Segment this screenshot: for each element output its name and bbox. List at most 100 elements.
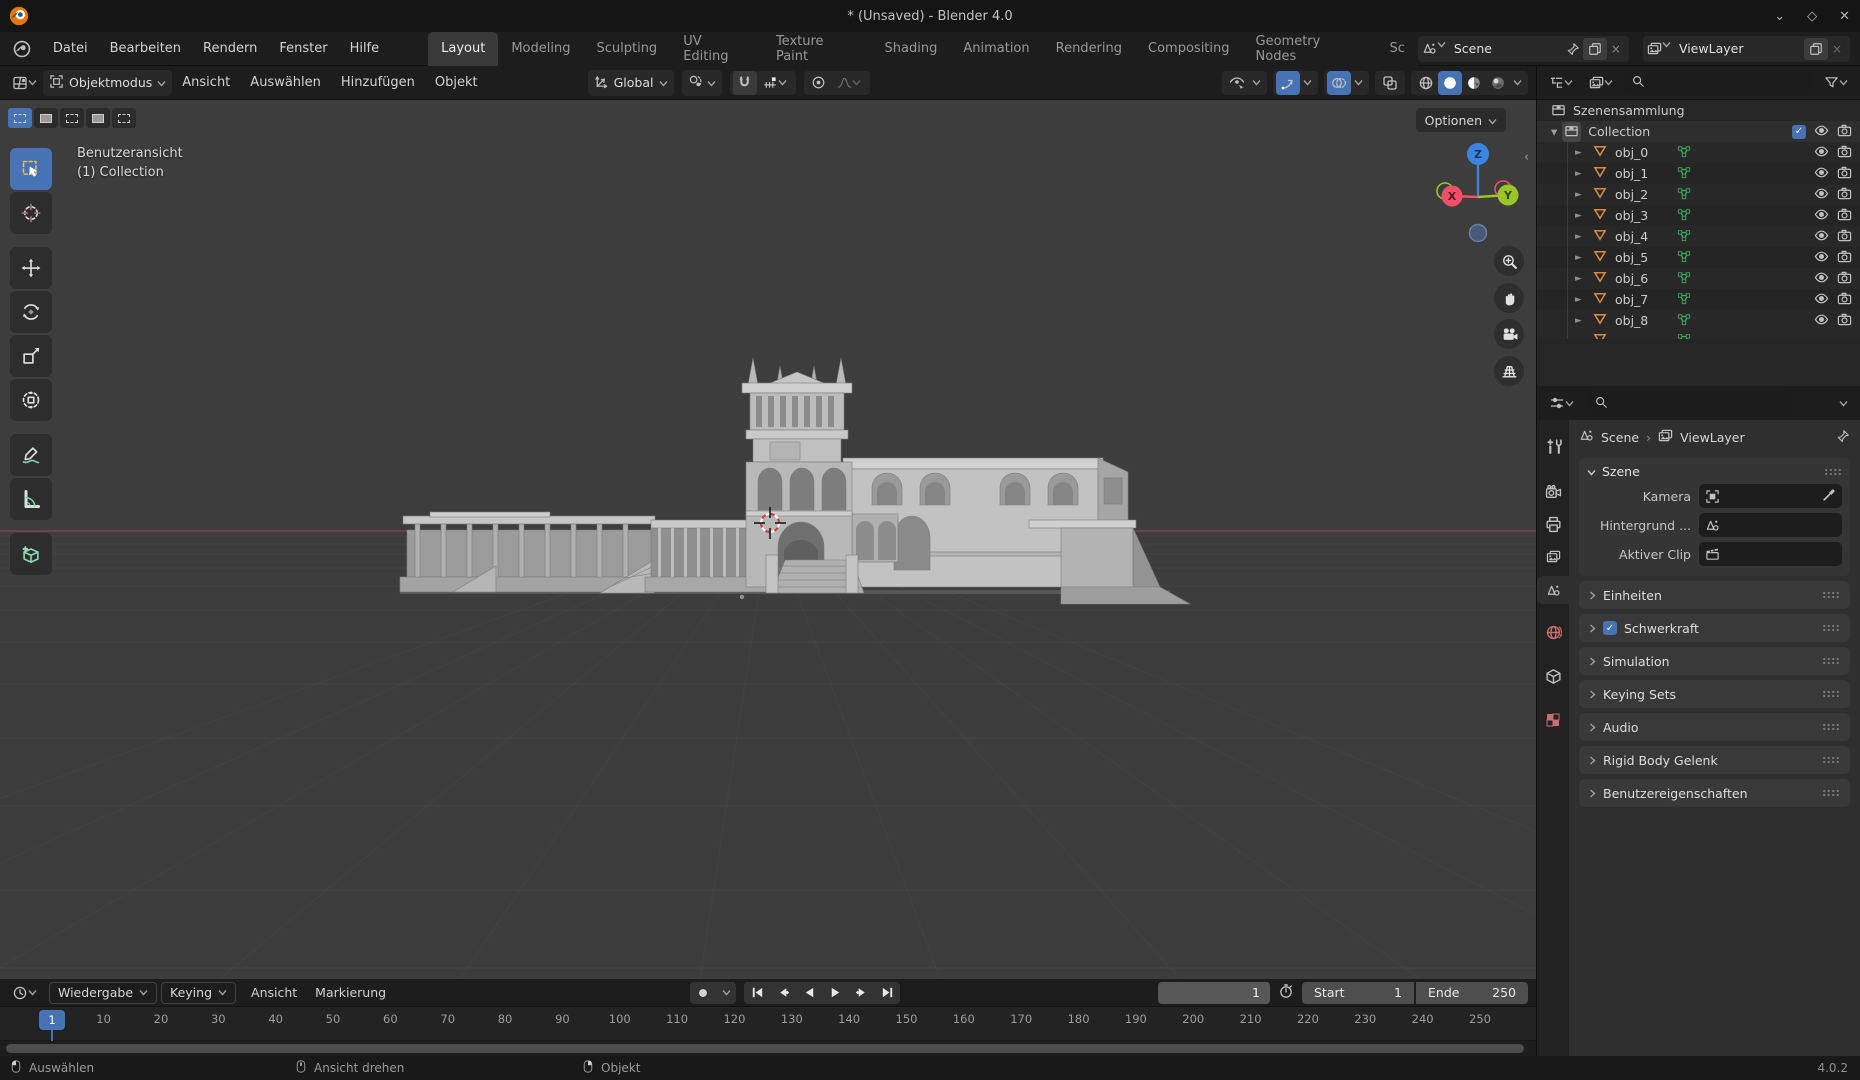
workspace-tab-texture-paint[interactable]: Texture Paint bbox=[763, 32, 872, 66]
viewport-menu-3[interactable]: Objekt bbox=[425, 66, 488, 100]
disable-render-icon[interactable] bbox=[1837, 270, 1852, 288]
outliner-display-mode[interactable] bbox=[1543, 70, 1579, 96]
panel-grip[interactable] bbox=[1822, 657, 1840, 665]
shading-solid-button[interactable] bbox=[1438, 71, 1462, 95]
viewport-menu-1[interactable]: Auswählen bbox=[240, 66, 331, 100]
previous-keyframe-button[interactable] bbox=[770, 982, 796, 1004]
viewport-3d[interactable]: Optionen Benutzeransicht (1) Collection … bbox=[0, 100, 1536, 979]
overlays-toggle[interactable] bbox=[1327, 71, 1351, 95]
new-viewlayer-button[interactable] bbox=[1804, 38, 1828, 60]
proportional-edit-toggle[interactable] bbox=[807, 71, 831, 95]
stopwatch-icon[interactable] bbox=[1278, 983, 1294, 1002]
kamera-field[interactable] bbox=[1699, 484, 1842, 508]
viewport-menu-2[interactable]: Hinzufügen bbox=[331, 66, 425, 100]
camera-view-button[interactable] bbox=[1494, 319, 1524, 349]
select-mode-subtract[interactable] bbox=[60, 108, 84, 128]
hide-eye-icon[interactable] bbox=[1814, 312, 1829, 330]
editor-type-selector[interactable] bbox=[6, 70, 43, 96]
annotate-tool[interactable] bbox=[10, 434, 52, 476]
proportional-falloff-selector[interactable] bbox=[831, 71, 867, 95]
window-minimize-button[interactable]: ⌄ bbox=[1774, 9, 1785, 24]
hide-eye-icon[interactable] bbox=[1814, 123, 1829, 141]
pan-button[interactable] bbox=[1494, 283, 1524, 313]
gizmo-toggle[interactable] bbox=[1276, 71, 1300, 95]
workspace-tab-shading[interactable]: Shading bbox=[872, 32, 951, 66]
properties-tab-tool[interactable] bbox=[1537, 432, 1569, 460]
outliner-row-object[interactable]: ►obj_5 bbox=[1537, 247, 1860, 268]
object-name[interactable]: obj_2 bbox=[1615, 187, 1648, 202]
outliner-row-object[interactable]: ►obj_1 bbox=[1537, 163, 1860, 184]
disable-render-icon[interactable] bbox=[1837, 312, 1852, 330]
disable-render-icon[interactable] bbox=[1837, 207, 1852, 225]
zoom-button[interactable] bbox=[1494, 246, 1524, 276]
workspace-tab-uv-editing[interactable]: UV Editing bbox=[670, 32, 763, 66]
add-cube-tool[interactable] bbox=[10, 533, 52, 575]
object-name[interactable]: obj_7 bbox=[1615, 292, 1648, 307]
auto-keying-toggle[interactable] bbox=[690, 982, 716, 1004]
rotate-tool[interactable] bbox=[10, 291, 52, 333]
select-mode-invert[interactable] bbox=[86, 108, 110, 128]
collection-checkbox[interactable]: ✓ bbox=[1792, 125, 1806, 139]
properties-tab-texture[interactable] bbox=[1537, 706, 1569, 734]
scene-collection-label[interactable]: Szenensammlung bbox=[1573, 103, 1685, 118]
play-button[interactable] bbox=[822, 982, 848, 1004]
sidebar-collapse-arrow[interactable]: ‹ bbox=[1524, 150, 1529, 165]
properties-section-keying-sets[interactable]: Keying Sets bbox=[1579, 680, 1850, 708]
outliner-row-collection[interactable]: ▾Collection✓ bbox=[1537, 121, 1860, 142]
menu-datei[interactable]: Datei bbox=[42, 32, 99, 66]
outliner-row-object[interactable]: ►obj_0 bbox=[1537, 142, 1860, 163]
move-tool[interactable] bbox=[10, 247, 52, 289]
hide-eye-icon[interactable] bbox=[1814, 165, 1829, 183]
scene-selector[interactable]: Scene × bbox=[1418, 36, 1629, 62]
panel-grip[interactable] bbox=[1822, 591, 1840, 599]
breadcrumb-scene[interactable]: Scene bbox=[1601, 430, 1639, 445]
panel-grip[interactable] bbox=[1824, 468, 1842, 476]
remove-viewlayer-button[interactable]: × bbox=[1832, 42, 1842, 56]
properties-tab-scene[interactable] bbox=[1537, 576, 1569, 604]
disable-render-icon[interactable] bbox=[1837, 228, 1852, 246]
properties-tab-viewlayer[interactable] bbox=[1537, 542, 1569, 570]
outliner-row-object[interactable]: ►obj_8 bbox=[1537, 310, 1860, 331]
viewlayer-selector[interactable]: ViewLayer × bbox=[1643, 36, 1850, 62]
hide-eye-icon[interactable] bbox=[1814, 207, 1829, 225]
pin-icon[interactable] bbox=[1566, 42, 1580, 56]
timeline-menu-keying[interactable]: Keying bbox=[161, 982, 236, 1004]
window-maximize-button[interactable]: ◇ bbox=[1807, 9, 1817, 24]
timeline-ruler[interactable]: 1102030405060708090100110120130140150160… bbox=[0, 1007, 1536, 1041]
unlink-scene-button[interactable]: × bbox=[1611, 42, 1621, 56]
properties-search-input[interactable] bbox=[1586, 391, 1792, 415]
shading-rendered-button[interactable] bbox=[1486, 71, 1510, 95]
properties-section-audio[interactable]: Audio bbox=[1579, 713, 1850, 741]
hide-eye-icon[interactable] bbox=[1814, 249, 1829, 267]
timeline-menu-wiedergabe[interactable]: Wiedergabe bbox=[49, 982, 157, 1004]
panel-grip[interactable] bbox=[1822, 756, 1840, 764]
jump-to-start-button[interactable] bbox=[744, 982, 770, 1004]
outliner-row-scene-collection[interactable]: Szenensammlung bbox=[1537, 100, 1860, 121]
select-mode-intersect[interactable] bbox=[112, 108, 136, 128]
hide-eye-icon[interactable] bbox=[1814, 228, 1829, 246]
menu-fenster[interactable]: Fenster bbox=[268, 32, 338, 66]
hide-eye-icon[interactable] bbox=[1814, 186, 1829, 204]
breadcrumb-viewlayer[interactable]: ViewLayer bbox=[1680, 430, 1745, 445]
cursor-tool[interactable] bbox=[10, 192, 52, 234]
current-frame-marker[interactable]: 1 bbox=[39, 1010, 65, 1030]
current-frame-field[interactable]: 1 bbox=[1158, 982, 1270, 1004]
select-box-tool[interactable] bbox=[10, 148, 52, 190]
workspace-tab-sc[interactable]: Sc bbox=[1376, 32, 1417, 66]
collection-label[interactable]: Collection bbox=[1588, 124, 1650, 139]
object-name[interactable]: obj_6 bbox=[1615, 271, 1648, 286]
panel-grip[interactable] bbox=[1822, 723, 1840, 731]
navigation-gizmo[interactable]: Z X Y bbox=[1428, 128, 1528, 258]
shading-wireframe-button[interactable] bbox=[1414, 71, 1438, 95]
outliner-row-partial[interactable] bbox=[1537, 331, 1860, 339]
properties-tab-world[interactable] bbox=[1537, 618, 1569, 646]
gravity-checkbox[interactable]: ✓ bbox=[1603, 621, 1617, 635]
window-close-button[interactable]: ✕ bbox=[1839, 9, 1850, 24]
transform-orientation-selector[interactable]: Global bbox=[588, 70, 674, 96]
object-name[interactable]: obj_3 bbox=[1615, 208, 1648, 223]
new-scene-button[interactable] bbox=[1583, 38, 1607, 60]
disable-render-icon[interactable] bbox=[1837, 186, 1852, 204]
disable-render-icon[interactable] bbox=[1837, 165, 1852, 183]
properties-tab-render[interactable] bbox=[1537, 478, 1569, 506]
eyedropper-icon[interactable] bbox=[1822, 488, 1836, 505]
